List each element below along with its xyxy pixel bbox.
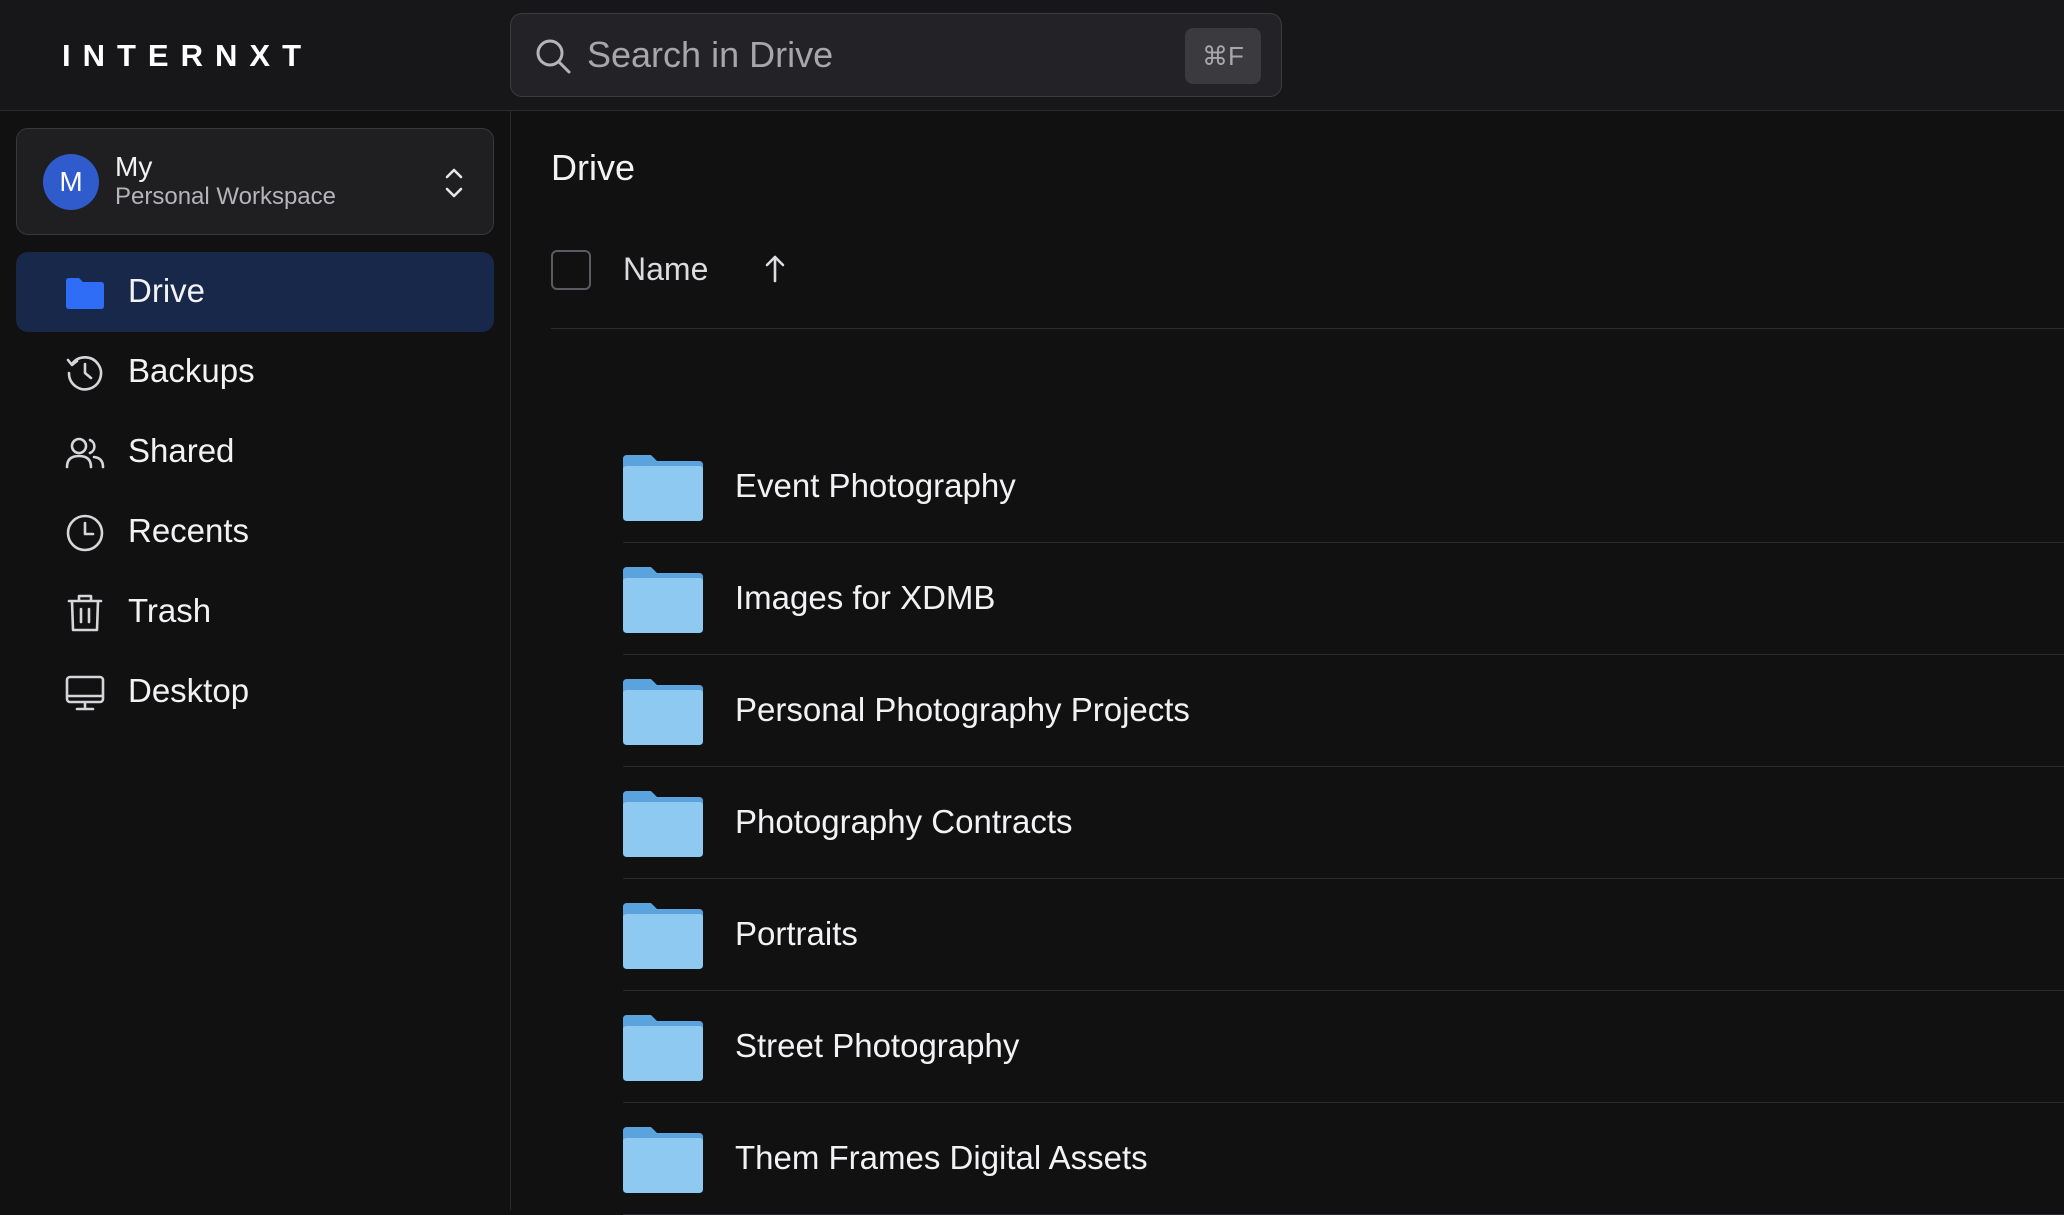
workspace-name: My (115, 151, 153, 182)
users-icon (65, 437, 105, 469)
sort-ascending-icon[interactable] (762, 253, 788, 285)
internxt-logo[interactable]: INTERNXT (62, 38, 313, 74)
list-header: Name (551, 231, 2064, 329)
top-bar: INTERNXT Search in Drive ⌘F (0, 0, 2064, 111)
table-row[interactable]: Personal Photography Projects (623, 655, 2064, 767)
folder-icon (623, 791, 703, 857)
sidebar-item-desktop[interactable]: Desktop (16, 652, 494, 732)
folder-name: Photography Contracts (735, 803, 1073, 840)
monitor-icon (65, 675, 105, 711)
table-row[interactable]: Event Photography (623, 431, 2064, 543)
folder-name: Street Photography (735, 1027, 1020, 1064)
sidebar-item-backups[interactable]: Backups (16, 332, 494, 412)
table-row[interactable]: Images for XDMB (623, 543, 2064, 655)
search-icon (536, 39, 571, 74)
chevron-up-down-icon (445, 168, 463, 198)
table-row[interactable]: Photography Contracts (623, 767, 2064, 879)
search-shortcut-badge: ⌘F (1185, 28, 1261, 84)
sidebar-item-label: Shared (128, 432, 235, 469)
select-all-checkbox[interactable] (551, 250, 591, 290)
sidebar-item-label: Desktop (128, 672, 250, 709)
folder-icon (623, 1015, 703, 1081)
folder-icon (623, 903, 703, 969)
sidebar-item-label: Backups (128, 352, 255, 389)
workspace-switcher[interactable]: M My Personal Workspace (16, 128, 494, 235)
table-row[interactable]: Portraits (623, 879, 2064, 991)
folder-name: Images for XDMB (735, 579, 996, 616)
sidebar-item-label: Drive (128, 272, 206, 309)
sidebar-item-label: Recents (128, 512, 250, 549)
folder-icon (623, 567, 703, 633)
clock-icon (66, 514, 104, 552)
workspace-subtitle: Personal Workspace (115, 183, 336, 210)
table-row[interactable]: Them Frames Digital Assets (623, 1103, 2064, 1215)
sidebar-item-drive[interactable]: Drive (16, 252, 494, 332)
folder-icon (66, 278, 104, 309)
folder-name: Event Photography (735, 467, 1016, 504)
sidebar-item-label: Trash (128, 592, 212, 629)
table-row[interactable]: Street Photography (623, 991, 2064, 1103)
folder-name: Portraits (735, 915, 858, 952)
search-input[interactable]: Search in Drive (587, 34, 833, 76)
folder-name: Them Frames Digital Assets (735, 1139, 1148, 1176)
history-icon (66, 356, 103, 391)
trash-icon (67, 594, 103, 632)
sidebar-item-trash[interactable]: Trash (16, 572, 494, 652)
sidebar: M My Personal Workspace Drive Backups Sh… (0, 111, 511, 1210)
column-header-name[interactable]: Name (623, 251, 708, 288)
avatar: M (43, 154, 99, 210)
folder-icon (623, 1127, 703, 1193)
sidebar-item-recents[interactable]: Recents (16, 492, 494, 572)
folder-icon (623, 455, 703, 521)
page-title: Drive (551, 147, 636, 188)
folder-icon (623, 679, 703, 745)
folder-name: Personal Photography Projects (735, 691, 1190, 728)
file-browser: Drive Name Event Photography Images for … (511, 111, 2064, 1215)
sidebar-item-shared[interactable]: Shared (16, 412, 494, 492)
search-bar[interactable]: Search in Drive ⌘F (510, 13, 1282, 97)
